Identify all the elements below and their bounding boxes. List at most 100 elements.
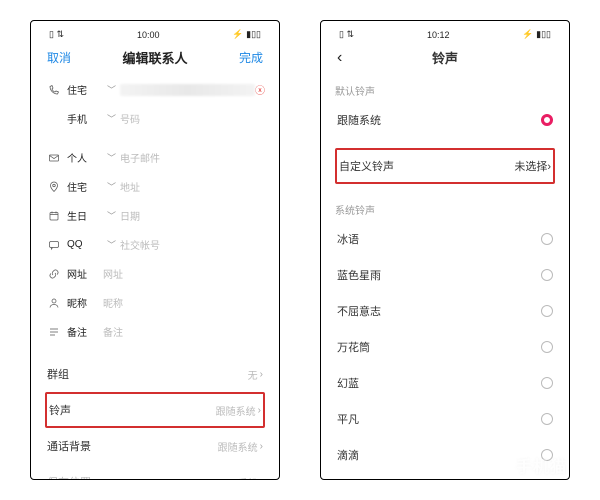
option-label: 不屈意志	[337, 303, 381, 319]
field-mobile[interactable]: 手机 ﹀ 号码	[45, 104, 265, 133]
chevron-right-icon: ›	[260, 477, 263, 481]
cancel-button[interactable]: 取消	[47, 49, 71, 66]
status-left: ▯ ⇅	[339, 29, 354, 40]
field-note[interactable]: 备注 备注	[45, 317, 265, 346]
status-left: ▯ ⇅	[49, 29, 64, 40]
field-label: 备注	[63, 324, 103, 339]
link-icon	[45, 267, 63, 281]
chevron-right-icon: ›	[260, 441, 263, 452]
row-value: 手机	[238, 475, 258, 481]
status-right: ⚡ ▮▯▯	[522, 29, 551, 40]
delete-icon[interactable]: ⓧ	[255, 82, 265, 97]
field-label: QQ	[63, 239, 103, 250]
mail-icon	[45, 151, 63, 165]
chevron-right-icon: ›	[260, 369, 263, 380]
row-value: 未选择	[514, 161, 547, 173]
field-label: 网址	[63, 266, 103, 281]
field-label: 手机	[63, 111, 103, 126]
radio-icon	[541, 377, 553, 389]
option-ringtone[interactable]: 不屈意志	[335, 293, 555, 329]
row-ringtone[interactable]: 铃声 跟随系统›	[45, 392, 265, 428]
field-url[interactable]: 网址 网址	[45, 259, 265, 288]
row-custom-ringtone[interactable]: 自定义铃声 未选择›	[335, 148, 555, 184]
field-label: 住宅	[63, 82, 103, 97]
row-label: 自定义铃声	[339, 158, 394, 174]
row-value: 跟随系统	[218, 439, 258, 454]
page-title: 编辑联系人	[122, 48, 187, 67]
field-placeholder: 地址	[120, 179, 265, 194]
chevron-down-icon: ﹀	[103, 83, 120, 96]
section-system-ringtone: 系统铃声	[335, 194, 555, 221]
option-ringtone[interactable]: 幻蓝	[335, 365, 555, 401]
field-value-redacted	[120, 84, 255, 96]
phone-icon	[45, 83, 63, 97]
option-follow-system[interactable]: 跟随系统	[335, 102, 555, 138]
option-label: 万花筒	[337, 339, 370, 355]
status-bar: ▯ ⇅ 10:00 ⚡ ▮▯▯	[45, 27, 265, 46]
calendar-icon	[45, 209, 63, 223]
phone-edit-contact: ▯ ⇅ 10:00 ⚡ ▮▯▯ 取消 编辑联系人 完成 住宅 ﹀ ⓧ 手机 ﹀ …	[30, 20, 280, 480]
field-qq[interactable]: QQ ﹀ 社交帐号	[45, 230, 265, 259]
chat-icon	[45, 238, 63, 252]
option-ringtone[interactable]: 滴滴	[335, 437, 555, 473]
row-value: 无	[248, 367, 258, 382]
field-label: 昵称	[63, 295, 103, 310]
field-address[interactable]: 住宅 ﹀ 地址	[45, 172, 265, 201]
radio-icon	[541, 233, 553, 245]
field-placeholder: 电子邮件	[120, 150, 265, 165]
row-group[interactable]: 群组 无›	[45, 356, 265, 392]
field-birthday[interactable]: 生日 ﹀ 日期	[45, 201, 265, 230]
status-time: 10:12	[427, 30, 450, 40]
radio-icon	[541, 305, 553, 317]
field-placeholder: 备注	[103, 324, 265, 339]
option-ringtone[interactable]: 平凡	[335, 401, 555, 437]
status-right: ⚡ ▮▯▯	[232, 29, 261, 40]
radio-icon	[541, 413, 553, 425]
option-label: 平凡	[337, 411, 359, 427]
chevron-right-icon: ›	[547, 161, 551, 173]
row-label: 铃声	[49, 402, 71, 418]
chevron-down-icon: ﹀	[103, 112, 120, 125]
option-ringtone[interactable]: 蓝色星雨	[335, 257, 555, 293]
option-label: 跟随系统	[337, 112, 381, 128]
option-label: 蓝色星雨	[337, 267, 381, 283]
field-placeholder: 号码	[120, 111, 265, 126]
radio-icon	[541, 449, 553, 461]
radio-icon	[541, 341, 553, 353]
row-label: 通话背景	[47, 438, 91, 454]
section-default-ringtone: 默认铃声	[335, 75, 555, 102]
option-label: 冰语	[337, 231, 359, 247]
field-placeholder: 昵称	[103, 295, 265, 310]
row-label: 群组	[47, 366, 69, 382]
option-label: 幻蓝	[337, 375, 359, 391]
option-ringtone[interactable]: 冰语	[335, 221, 555, 257]
location-icon	[45, 180, 63, 194]
field-email[interactable]: 个人 ﹀ 电子邮件	[45, 143, 265, 172]
field-placeholder: 社交帐号	[120, 237, 265, 252]
chevron-down-icon: ﹀	[103, 180, 120, 193]
status-bar: ▯ ⇅ 10:12 ⚡ ▮▯▯	[335, 27, 555, 46]
radio-icon	[541, 269, 553, 281]
edit-header: 取消 编辑联系人 完成	[45, 46, 265, 75]
done-button[interactable]: 完成	[239, 49, 263, 66]
row-value: 跟随系统	[216, 403, 256, 418]
option-ringtone[interactable]: 万花筒	[335, 329, 555, 365]
field-label: 个人	[63, 150, 103, 165]
option-label: 滴滴	[337, 447, 359, 463]
field-nickname[interactable]: 昵称 昵称	[45, 288, 265, 317]
phone-ringtone: ▯ ⇅ 10:12 ⚡ ▮▯▯ ‹ 铃声 默认铃声 跟随系统 自定义铃声 未选择…	[320, 20, 570, 480]
radio-selected-icon	[541, 114, 553, 126]
page-title: 铃声	[337, 48, 553, 67]
row-label: 保存位置	[47, 474, 91, 480]
field-label: 生日	[63, 208, 103, 223]
field-placeholder: 日期	[120, 208, 265, 223]
row-save-location[interactable]: 保存位置 手机›	[45, 464, 265, 480]
field-label: 住宅	[63, 179, 103, 194]
row-call-background[interactable]: 通话背景 跟随系统›	[45, 428, 265, 464]
chevron-right-icon: ›	[258, 405, 261, 416]
field-home-phone[interactable]: 住宅 ﹀ ⓧ	[45, 75, 265, 104]
note-icon	[45, 325, 63, 339]
chevron-down-icon: ﹀	[103, 151, 120, 164]
chevron-down-icon: ﹀	[103, 238, 120, 251]
status-time: 10:00	[137, 30, 160, 40]
